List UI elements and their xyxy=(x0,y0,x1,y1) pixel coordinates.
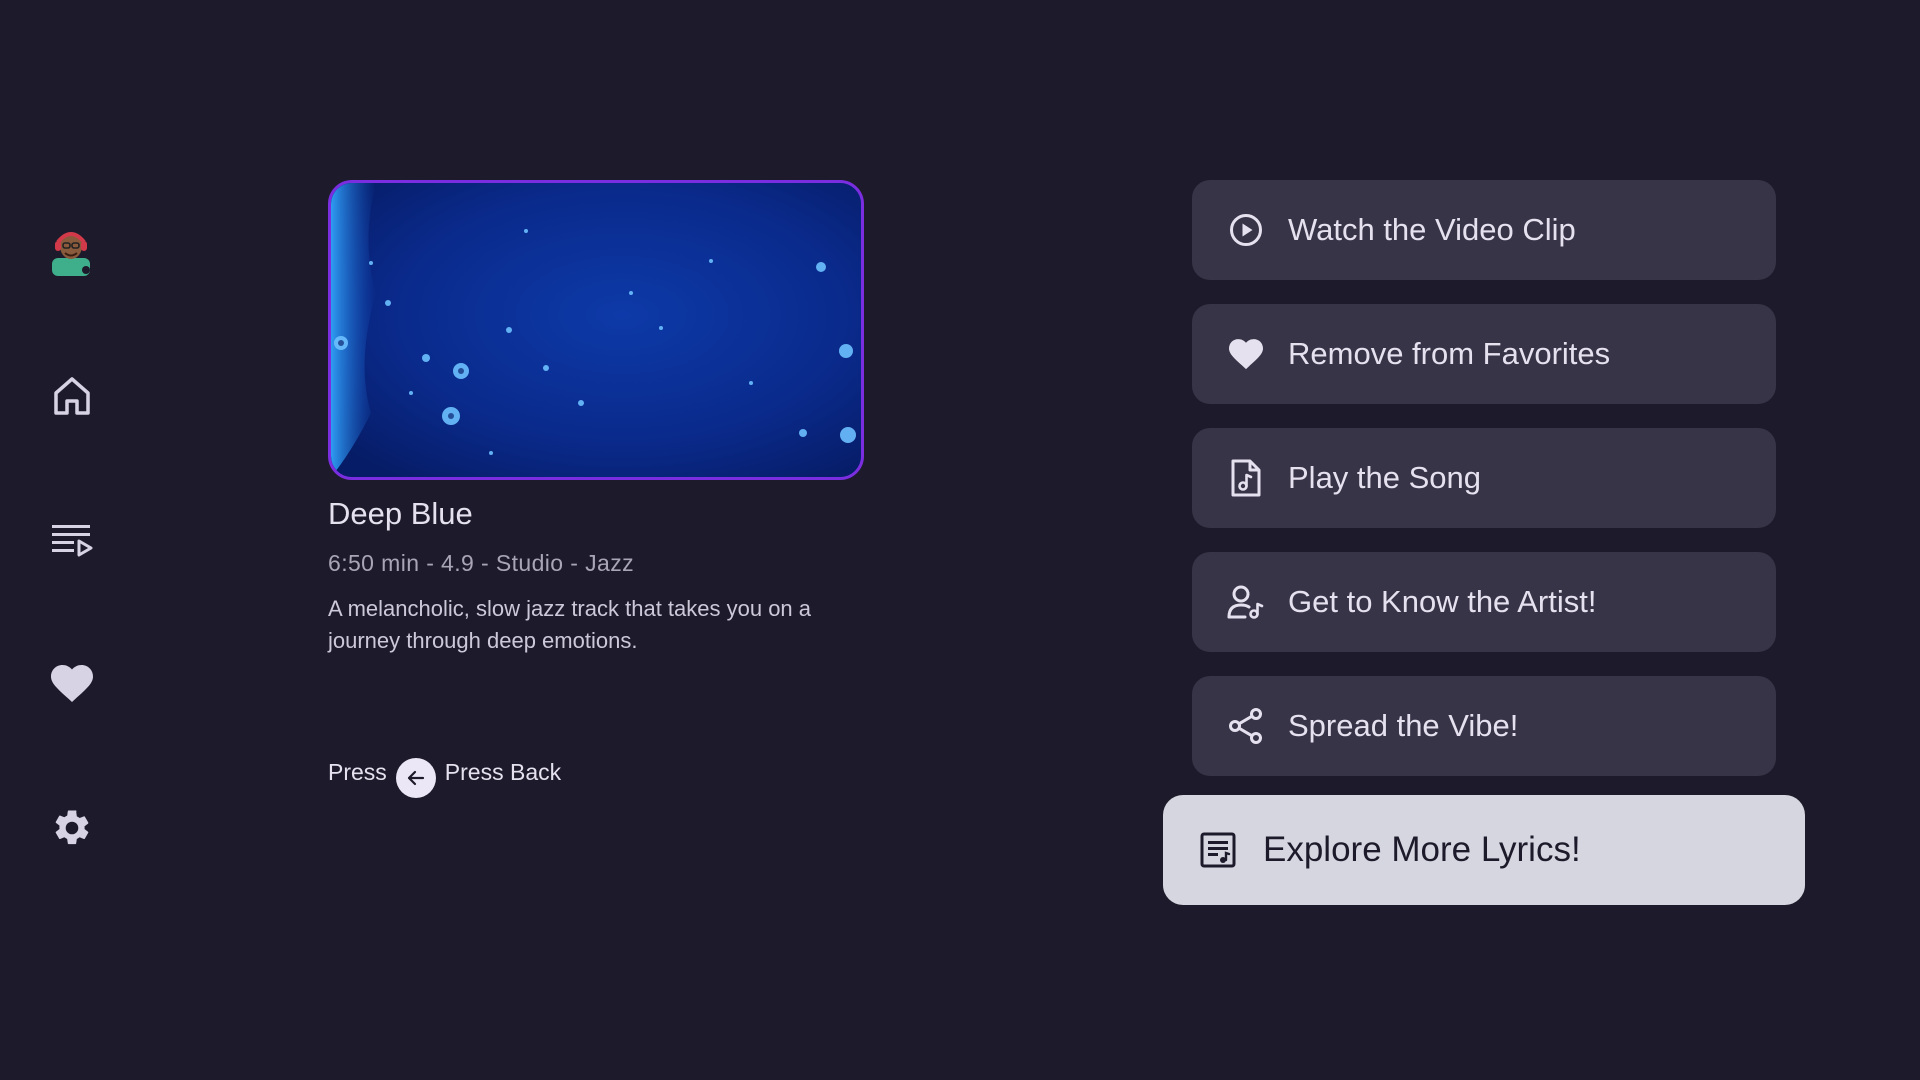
action-label: Watch the Video Clip xyxy=(1288,212,1576,247)
water-image xyxy=(331,183,861,477)
hint-suffix: Press Back xyxy=(444,758,562,785)
lyrics-icon xyxy=(1199,830,1239,870)
remove-favorite-button[interactable]: Remove from Favorites xyxy=(1192,304,1776,404)
action-label: Get to Know the Artist! xyxy=(1288,584,1597,619)
explore-lyrics-button[interactable]: Explore More Lyrics! xyxy=(1163,795,1805,905)
gear-icon xyxy=(55,810,89,845)
heart-icon xyxy=(51,665,93,702)
back-hint: Press Press Back xyxy=(328,752,562,798)
watch-video-button[interactable]: Watch the Video Clip xyxy=(1192,180,1776,280)
avatar-icon xyxy=(52,232,90,276)
artist-info-button[interactable]: Get to Know the Artist! xyxy=(1192,552,1776,652)
share-button[interactable]: Spread the Vibe! xyxy=(1192,676,1776,776)
action-label: Explore More Lyrics! xyxy=(1263,830,1581,869)
back-button[interactable] xyxy=(395,758,436,798)
action-label: Play the Song xyxy=(1288,460,1482,495)
artist-icon xyxy=(1226,582,1266,622)
song-thumbnail xyxy=(328,180,864,480)
song-meta: 6:50 min - 4.9 - Studio - Jazz xyxy=(328,550,635,576)
sidebar-item-favorites[interactable] xyxy=(44,656,100,712)
sidebar-item-home[interactable] xyxy=(44,368,100,424)
action-label: Spread the Vibe! xyxy=(1288,708,1519,743)
sidebar-item-playlist[interactable] xyxy=(44,512,100,568)
play-song-button[interactable]: Play the Song xyxy=(1192,428,1776,528)
hint-prefix: Press xyxy=(328,758,387,785)
heart-icon xyxy=(1226,334,1266,374)
music-file-icon xyxy=(1226,458,1266,498)
home-icon xyxy=(54,377,90,415)
action-label: Remove from Favorites xyxy=(1288,336,1611,371)
play-circle-icon xyxy=(1226,210,1266,250)
share-icon xyxy=(1226,706,1266,746)
sidebar-item-settings[interactable] xyxy=(44,800,100,856)
song-description: A melancholic, slow jazz track that take… xyxy=(328,596,812,653)
sidebar xyxy=(0,0,144,1080)
avatar[interactable] xyxy=(48,224,94,276)
playlist-icon xyxy=(52,525,93,557)
arrow-left-icon xyxy=(407,770,424,786)
song-title: Deep Blue xyxy=(328,496,473,531)
app-root: Deep Blue 6:50 min - 4.9 - Studio - Jazz… xyxy=(0,0,1920,1080)
